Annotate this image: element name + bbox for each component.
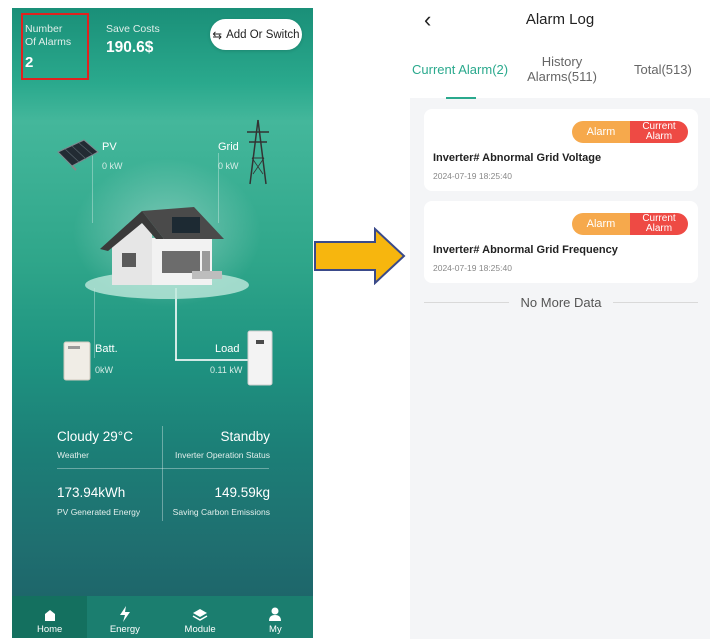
alarm-badge: Alarm (572, 213, 630, 235)
solar-panel-icon (57, 139, 99, 171)
tab-history-alarms[interactable]: History Alarms(511) (522, 54, 602, 84)
nav-energy-label: Energy (109, 624, 140, 635)
alarm-log-screen: ‹ Alarm Log Current Alarm(2) History Ala… (410, 0, 710, 639)
alarm-badge: Alarm (572, 121, 630, 143)
pv-energy-value: 173.94kWh (57, 485, 126, 500)
page-title: Alarm Log (525, 11, 595, 28)
right-arrow-icon (314, 227, 406, 285)
home-screen: Number Of Alarms 2 Save Costs 190.6$ ⇆ A… (12, 8, 313, 638)
stats-divider-vertical (162, 426, 163, 521)
inverter-status-value: Standby (220, 429, 270, 444)
divider-left (424, 302, 509, 303)
user-icon (269, 607, 282, 621)
bottom-navbar: Home Energy Module My (12, 596, 313, 638)
home-icon (44, 610, 55, 621)
house-icon (85, 207, 249, 299)
current-alarm-badge: Current Alarm (630, 213, 688, 235)
pv-energy-label: PV Generated Energy (57, 507, 141, 517)
alarm-time: 2024-07-19 18:25:40 (433, 171, 512, 181)
nav-energy[interactable]: Energy (87, 596, 162, 638)
switch-label: Add Or Switch (226, 28, 300, 41)
save-costs-value: 190.6$ (106, 39, 154, 56)
add-or-switch-button[interactable]: ⇆ Add Or Switch (210, 19, 302, 50)
save-costs-label: Save Costs (106, 23, 160, 35)
carbon-label: Saving Carbon Emissions (172, 507, 270, 517)
current-alarm-badge: Current Alarm (630, 121, 688, 143)
alarm-title: Inverter# Abnormal Grid Frequency (433, 244, 618, 256)
nav-module-label: Module (184, 624, 216, 635)
pv-name: PV (102, 141, 117, 153)
stats-divider (57, 468, 269, 469)
pv-value: 0 kW (102, 161, 123, 171)
tab-total[interactable]: Total(513) (634, 62, 692, 77)
no-more-data-text: No More Data (520, 295, 602, 310)
nav-home-label: Home (36, 624, 63, 635)
nav-my[interactable]: My (238, 596, 313, 638)
alarm-log-header: ‹ Alarm Log Current Alarm(2) History Ala… (410, 0, 710, 99)
alarm-time: 2024-07-19 18:25:40 (433, 263, 512, 273)
alarms-count[interactable]: 2 (25, 54, 33, 71)
load-name: Load (215, 343, 240, 355)
batt-name: Batt. (95, 343, 118, 355)
screenshot-stage: Number Of Alarms 2 Save Costs 190.6$ ⇆ A… (0, 0, 712, 639)
alarm-badges: Alarm Current Alarm (572, 213, 688, 235)
weather-label: Weather (57, 450, 89, 460)
batt-value: 0kW (95, 365, 113, 375)
tab-current-alarm[interactable]: Current Alarm(2) (412, 62, 508, 77)
switch-icon: ⇆ (212, 29, 223, 42)
nav-my-label: My (269, 624, 282, 635)
load-value: 0.11 kW (210, 365, 243, 375)
load-cabinet-icon (247, 330, 273, 386)
nav-home[interactable]: Home (12, 596, 88, 638)
battery-icon (63, 341, 91, 381)
carbon-value: 149.59kg (214, 485, 270, 500)
no-more-data: No More Data (424, 295, 699, 310)
grid-value: 0 kW (218, 161, 239, 171)
divider-right (613, 302, 699, 303)
inverter-status-label: Inverter Operation Status (175, 450, 270, 460)
alarm-card[interactable]: Alarm Current Alarm Inverter# Abnormal G… (424, 109, 698, 191)
alarm-title: Inverter# Abnormal Grid Voltage (433, 152, 602, 164)
alarm-card[interactable]: Alarm Current Alarm Inverter# Abnormal G… (424, 201, 698, 283)
nav-module[interactable]: Module (163, 596, 238, 638)
grid-name: Grid (218, 141, 239, 153)
power-tower-icon (247, 119, 269, 185)
layers-icon (192, 609, 208, 621)
active-tab-indicator (446, 97, 476, 99)
alarm-badges: Alarm Current Alarm (572, 121, 688, 143)
weather-value: Cloudy 29°C (57, 429, 133, 444)
alarms-label: Number Of Alarms (25, 23, 72, 48)
lightning-icon (119, 606, 130, 622)
